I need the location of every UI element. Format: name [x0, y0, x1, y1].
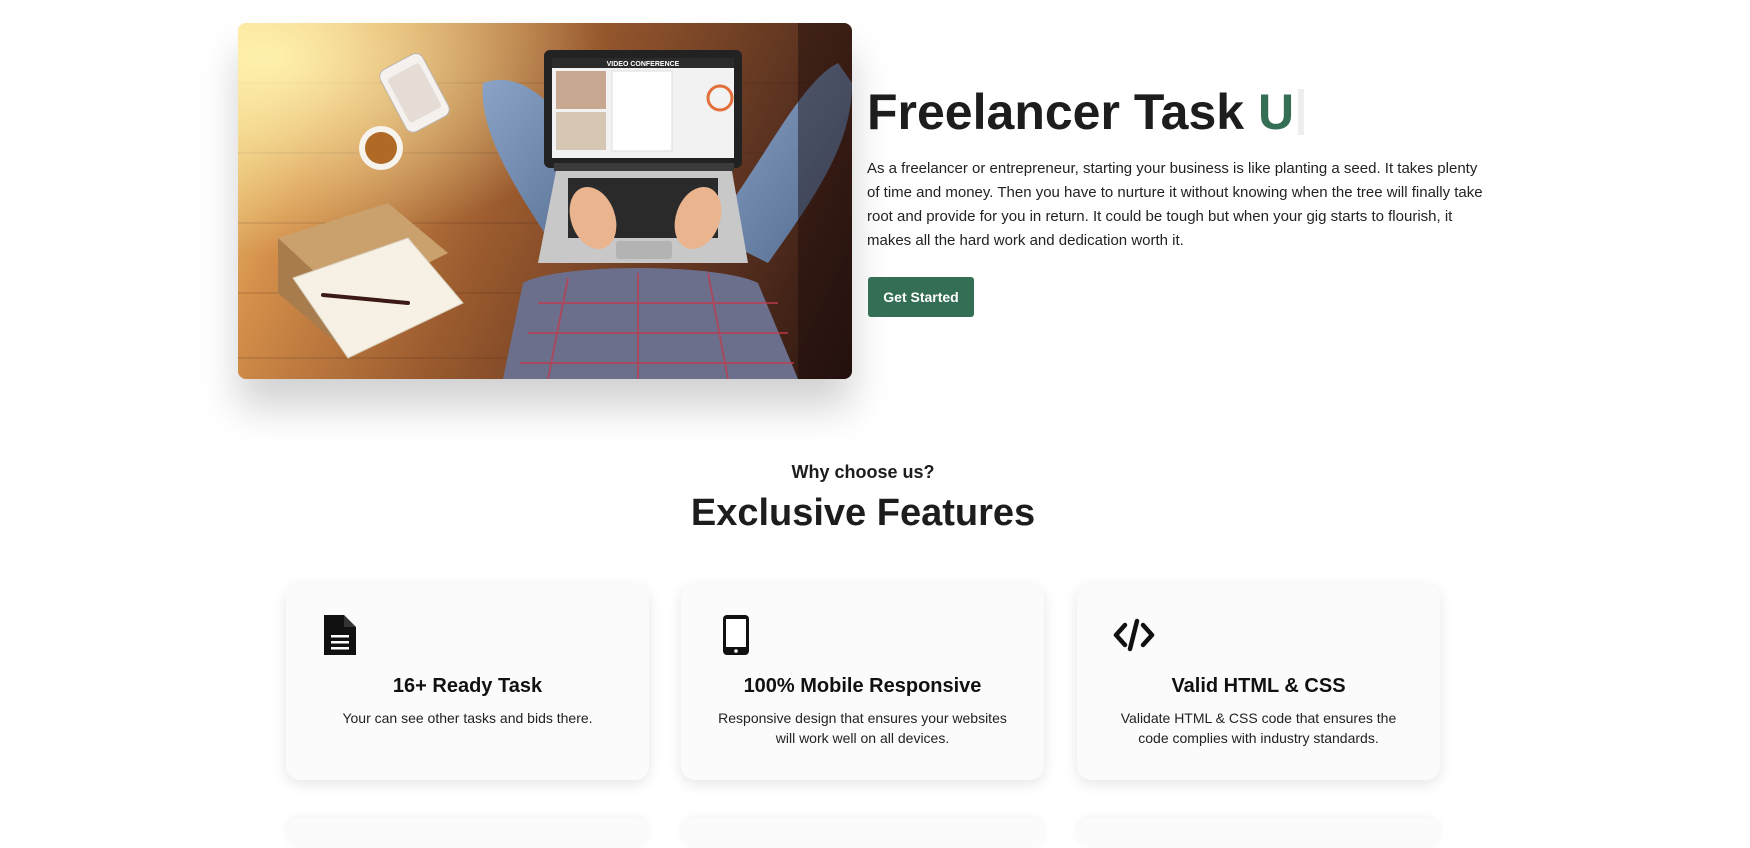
typing-cursor	[1298, 89, 1305, 135]
feature-card: Valid HTML & CSS Validate HTML & CSS cod…	[1077, 584, 1440, 780]
feature-card: 100% Mobile Responsive Responsive design…	[681, 584, 1044, 780]
feature-card-title: 100% Mobile Responsive	[743, 675, 982, 697]
feature-card-text: Validate HTML & CSS code that ensures th…	[1120, 710, 1397, 746]
document-icon	[324, 615, 356, 655]
feature-card-title: Valid HTML & CSS	[1171, 675, 1346, 697]
hero-image: VIDEO CONFERENCE	[238, 23, 852, 379]
feature-card-partial	[681, 818, 1044, 848]
feature-card-partial	[286, 818, 649, 848]
get-started-button[interactable]: Get Started	[868, 277, 974, 317]
feature-card-title: 16+ Ready Task	[392, 675, 543, 697]
section-title: Exclusive Features	[690, 492, 1036, 534]
feature-card-text: Your can see other tasks and bids there.	[342, 710, 593, 726]
feature-card-partial	[1077, 818, 1440, 848]
hero-description: As a freelancer or entrepreneur, startin…	[867, 160, 1483, 249]
section-eyebrow: Why choose us?	[791, 462, 935, 482]
laptop-screen-title: VIDEO CONFERENCE	[607, 61, 680, 68]
hero-title-typed: U	[1257, 84, 1295, 140]
feature-card: 16+ Ready Task Your can see other tasks …	[286, 584, 649, 780]
hero-title-static: Freelancer Task	[867, 84, 1258, 140]
feature-card-text: Responsive design that ensures your webs…	[718, 710, 1007, 746]
hero-title: Freelancer Task U	[867, 80, 1305, 144]
mobile-phone-icon	[723, 615, 749, 655]
code-icon	[1113, 618, 1155, 652]
